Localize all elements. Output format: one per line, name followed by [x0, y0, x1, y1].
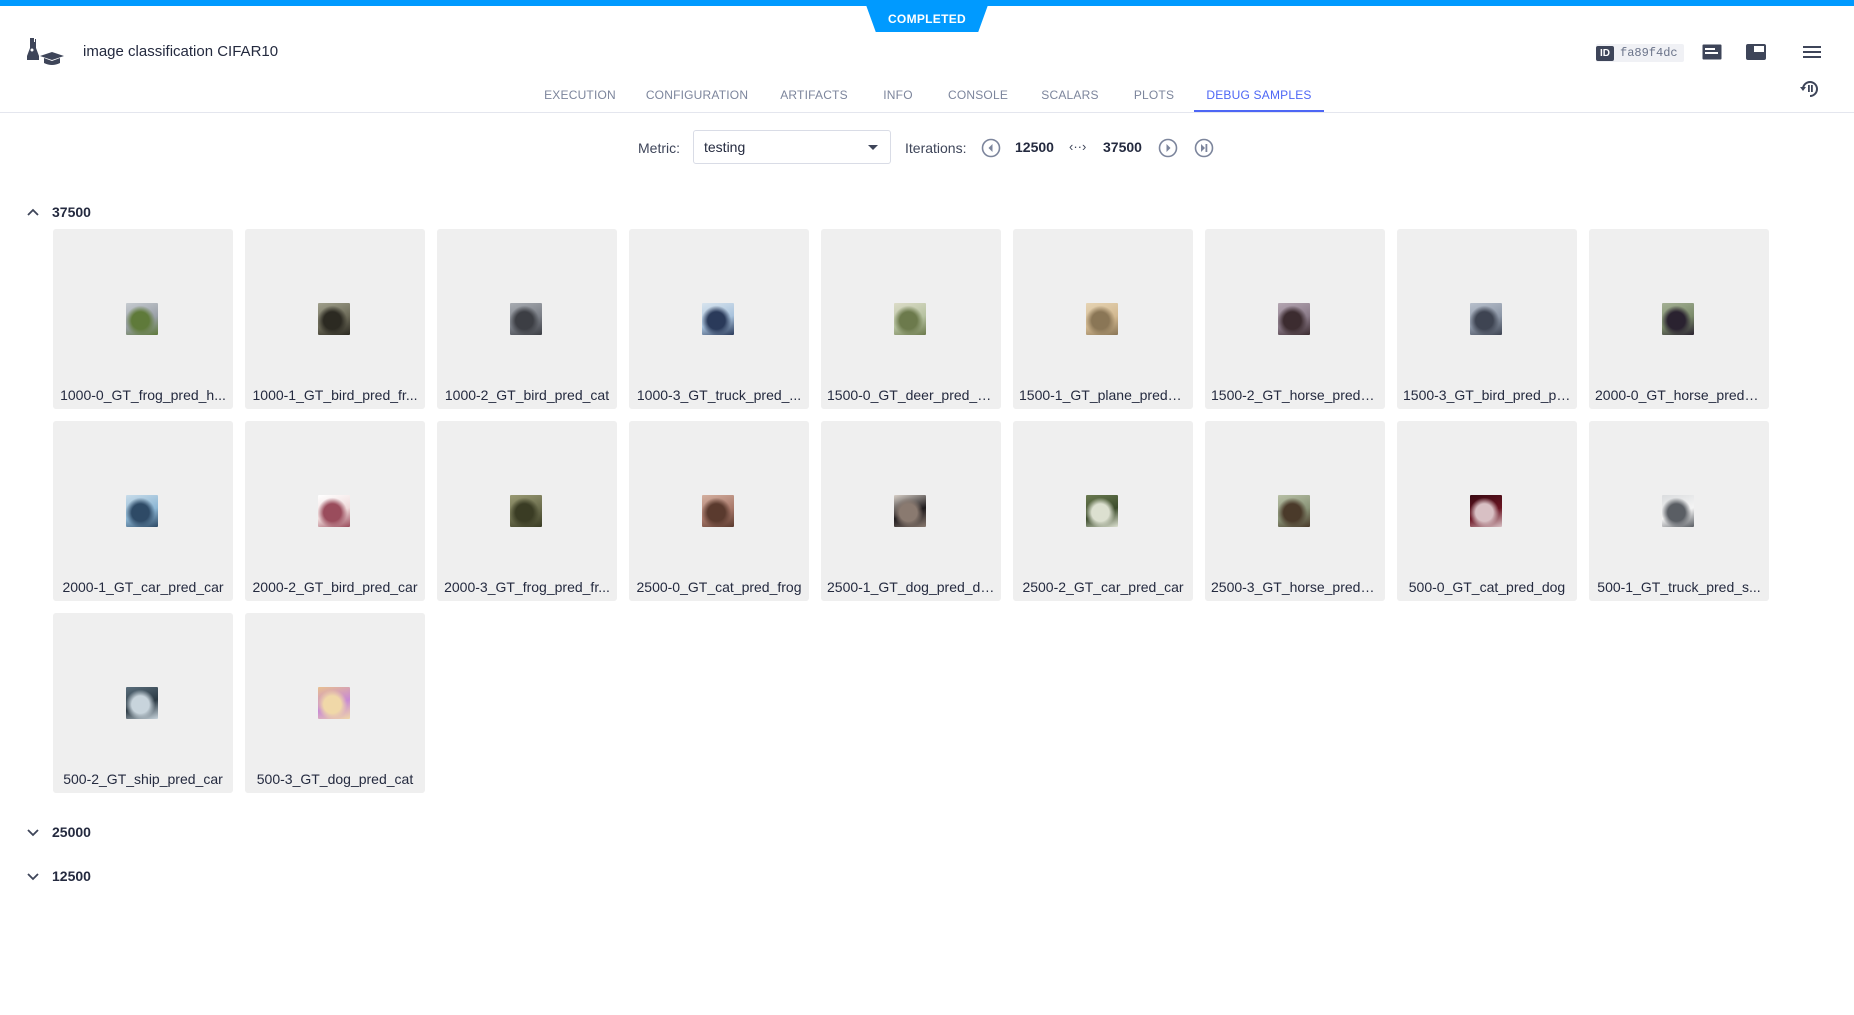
menu-icon[interactable]: [1800, 40, 1824, 64]
sample-thumbnail: [510, 303, 542, 335]
sample-thumbnail: [318, 495, 350, 527]
sample-label: 2500-0_GT_cat_pred_frog: [636, 579, 802, 595]
debug-sample-card[interactable]: 1500-3_GT_bird_pred_pl...: [1397, 229, 1577, 409]
chevron-down-icon: [24, 867, 42, 885]
previous-iteration-icon[interactable]: [981, 138, 1001, 158]
sample-label: 500-2_GT_ship_pred_car: [63, 771, 223, 787]
experiment-id-badge[interactable]: ID fa89f4dc: [1596, 44, 1684, 62]
tab-console[interactable]: CONSOLE: [943, 80, 1013, 110]
sample-label: 1500-3_GT_bird_pred_pl...: [1403, 387, 1572, 403]
group-header-25000[interactable]: 25000: [24, 820, 91, 844]
group-label: 25000: [52, 824, 91, 840]
iteration-range-arrow: ‹··›: [1069, 139, 1087, 154]
sample-label: 1000-3_GT_truck_pred_...: [636, 387, 802, 403]
sample-thumbnail: [510, 495, 542, 527]
debug-samples-toolbar: Metric: testing Iterations: 12500 ‹··› 3…: [0, 130, 1854, 166]
sample-label: 2000-1_GT_car_pred_car: [62, 579, 224, 595]
sample-thumbnail: [894, 495, 926, 527]
sample-label: 2000-3_GT_frog_pred_fr...: [444, 579, 610, 595]
sample-thumbnail: [1278, 495, 1310, 527]
info-panel-icon[interactable]: [1700, 40, 1724, 64]
group-label: 37500: [52, 204, 91, 220]
tab-scalars[interactable]: SCALARS: [1035, 80, 1105, 110]
group-header-12500[interactable]: 12500: [24, 864, 91, 888]
sample-thumbnail: [1278, 303, 1310, 335]
sample-label: 1000-1_GT_bird_pred_fr...: [252, 387, 418, 403]
sample-label: 1500-0_GT_deer_pred_h...: [827, 387, 997, 403]
sample-thumbnail: [1470, 495, 1502, 527]
chevron-up-icon: [24, 203, 42, 221]
sample-label: 1000-2_GT_bird_pred_cat: [444, 387, 610, 403]
sample-thumbnail: [702, 495, 734, 527]
layout-toggle-icon[interactable]: [1744, 40, 1768, 64]
tabs-bar: EXECUTION CONFIGURATION ARTIFACTS INFO C…: [0, 80, 1854, 112]
tab-plots[interactable]: PLOTS: [1126, 80, 1182, 110]
tab-debug-samples[interactable]: DEBUG SAMPLES: [1194, 80, 1324, 112]
debug-sample-card[interactable]: 1000-3_GT_truck_pred_...: [629, 229, 809, 409]
iterations-label: Iterations:: [905, 140, 967, 156]
group-header-37500[interactable]: 37500: [24, 200, 91, 224]
chevron-down-icon: [868, 145, 878, 150]
sample-label: 2500-3_GT_horse_pred_...: [1211, 579, 1380, 595]
sample-label: 2500-2_GT_car_pred_car: [1022, 579, 1184, 595]
experiment-title: image classification CIFAR10: [83, 43, 279, 60]
sample-label: 500-3_GT_dog_pred_cat: [256, 771, 414, 787]
debug-sample-card[interactable]: 500-0_GT_cat_pred_dog: [1397, 421, 1577, 601]
tab-configuration[interactable]: CONFIGURATION: [643, 80, 751, 110]
debug-sample-card[interactable]: 1000-1_GT_bird_pred_fr...: [245, 229, 425, 409]
id-label: ID: [1596, 45, 1614, 61]
debug-sample-card[interactable]: 2500-2_GT_car_pred_car: [1013, 421, 1193, 601]
debug-sample-card[interactable]: 1500-1_GT_plane_pred_...: [1013, 229, 1193, 409]
tab-artifacts[interactable]: ARTIFACTS: [775, 80, 853, 110]
sample-label: 1000-0_GT_frog_pred_h...: [60, 387, 226, 403]
debug-sample-card[interactable]: 500-2_GT_ship_pred_car: [53, 613, 233, 793]
debug-sample-card[interactable]: 2000-1_GT_car_pred_car: [53, 421, 233, 601]
iteration-max-value: 37500: [1103, 139, 1142, 155]
sample-label: 2000-2_GT_bird_pred_car: [252, 579, 418, 595]
debug-sample-card[interactable]: 500-1_GT_truck_pred_s...: [1589, 421, 1769, 601]
sample-thumbnail: [1470, 303, 1502, 335]
status-badge: COMPLETED: [866, 5, 988, 32]
sample-thumbnail: [1086, 303, 1118, 335]
metric-select-value: testing: [704, 139, 746, 155]
debug-sample-card[interactable]: 1500-2_GT_horse_pred_...: [1205, 229, 1385, 409]
sample-label: 2500-1_GT_dog_pred_dog: [827, 579, 996, 595]
debug-sample-card[interactable]: 2500-0_GT_cat_pred_frog: [629, 421, 809, 601]
debug-sample-card[interactable]: 2500-3_GT_horse_pred_...: [1205, 421, 1385, 601]
next-iteration-icon[interactable]: [1158, 138, 1178, 158]
debug-sample-card[interactable]: 2000-3_GT_frog_pred_fr...: [437, 421, 617, 601]
experiment-type-icon: [24, 36, 64, 68]
sample-thumbnail: [1662, 495, 1694, 527]
chevron-down-icon: [24, 823, 42, 841]
sample-label: 500-1_GT_truck_pred_s...: [1597, 579, 1761, 595]
sample-label: 1500-1_GT_plane_pred_...: [1019, 387, 1188, 403]
sample-thumbnail: [126, 495, 158, 527]
debug-sample-card[interactable]: 2000-0_GT_horse_pred_...: [1589, 229, 1769, 409]
sample-label: 1500-2_GT_horse_pred_...: [1211, 387, 1380, 403]
tab-info[interactable]: INFO: [874, 80, 922, 110]
sample-thumbnail: [894, 303, 926, 335]
sample-thumbnail: [318, 687, 350, 719]
metric-label: Metric:: [638, 140, 680, 156]
id-value: fa89f4dc: [1620, 46, 1678, 60]
debug-sample-card[interactable]: 2500-1_GT_dog_pred_dog: [821, 421, 1001, 601]
debug-sample-card[interactable]: 1000-2_GT_bird_pred_cat: [437, 229, 617, 409]
sample-thumbnail: [126, 303, 158, 335]
metric-select[interactable]: testing: [693, 130, 891, 164]
debug-sample-card[interactable]: 1500-0_GT_deer_pred_h...: [821, 229, 1001, 409]
last-iteration-icon[interactable]: [1194, 138, 1214, 158]
debug-sample-card[interactable]: 2000-2_GT_bird_pred_car: [245, 421, 425, 601]
sample-thumbnail: [1086, 495, 1118, 527]
debug-sample-card[interactable]: 500-3_GT_dog_pred_cat: [245, 613, 425, 793]
sample-label: 2000-0_GT_horse_pred_...: [1595, 387, 1764, 403]
sample-thumbnail: [702, 303, 734, 335]
sample-thumbnail: [318, 303, 350, 335]
debug-sample-card[interactable]: 1000-0_GT_frog_pred_h...: [53, 229, 233, 409]
sample-label: 500-0_GT_cat_pred_dog: [1408, 579, 1566, 595]
iteration-min-value: 12500: [1015, 139, 1054, 155]
sample-thumbnail: [1662, 303, 1694, 335]
tab-execution[interactable]: EXECUTION: [540, 80, 620, 110]
sample-thumbnail: [126, 687, 158, 719]
group-label: 12500: [52, 868, 91, 884]
